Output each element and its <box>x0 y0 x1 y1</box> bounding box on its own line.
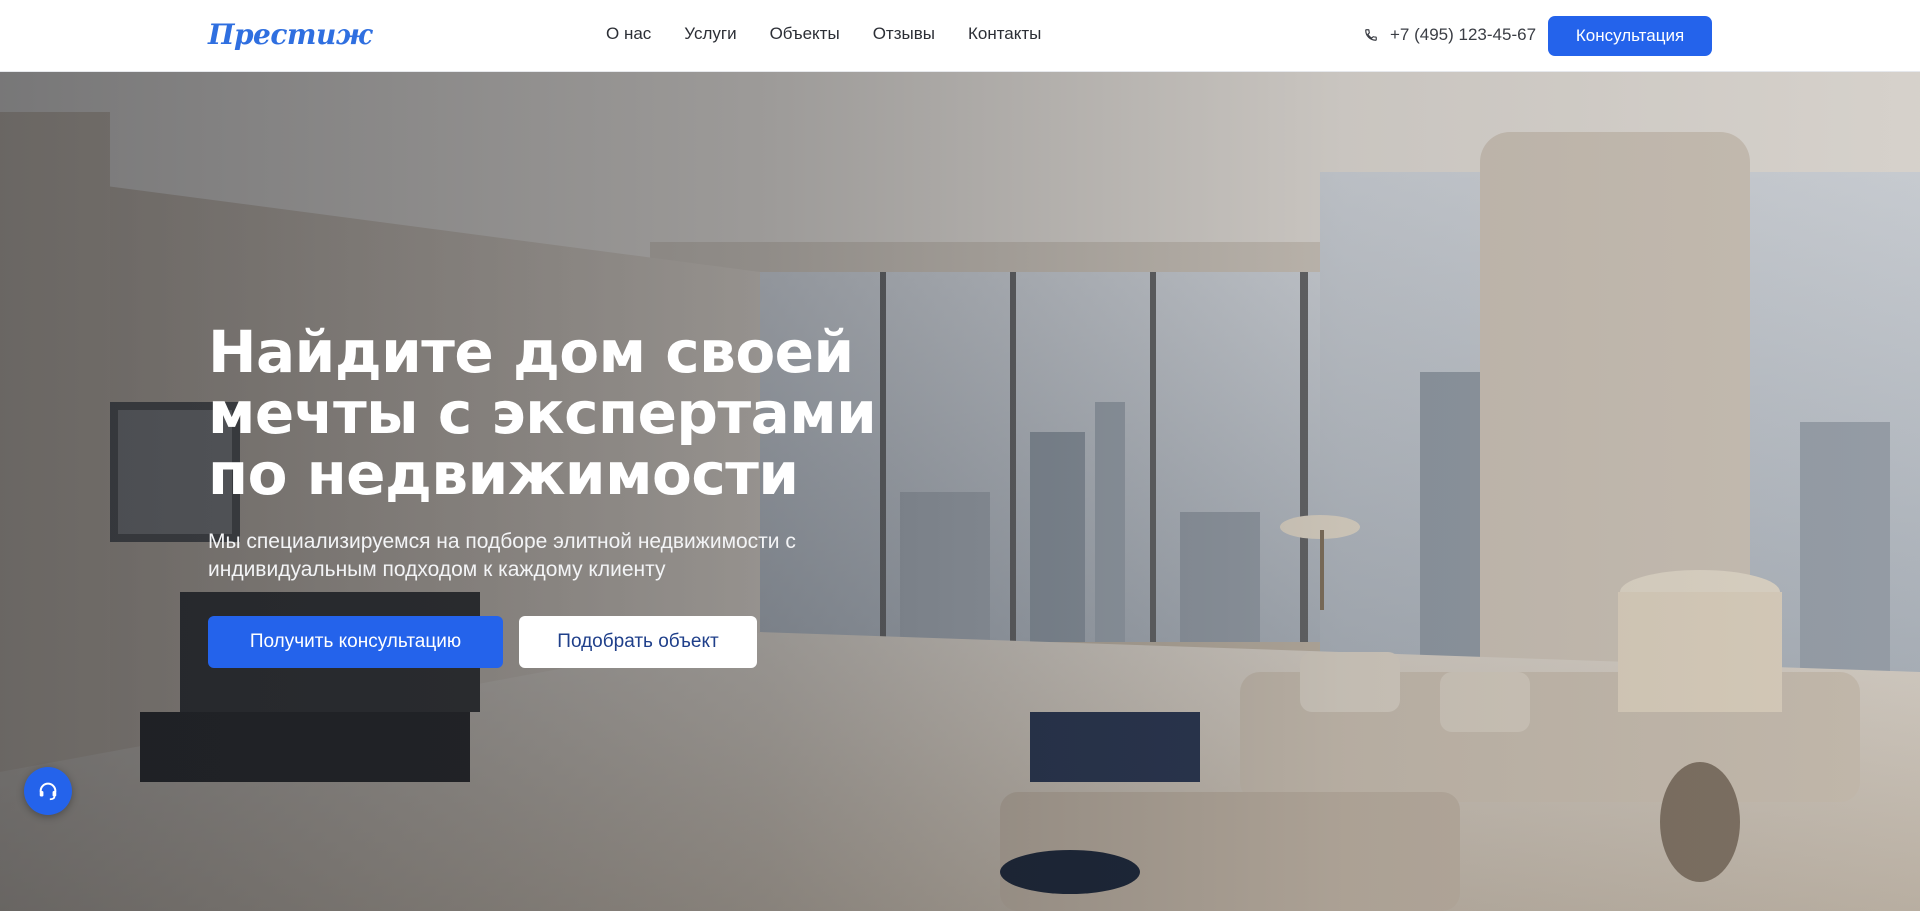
nav-item-reviews[interactable]: Отзывы <box>873 24 935 44</box>
consultation-button[interactable]: Консультация <box>1548 16 1712 56</box>
select-property-button[interactable]: Подобрать объект <box>519 616 757 668</box>
headset-icon <box>39 782 57 801</box>
nav-item-services[interactable]: Услуги <box>684 24 736 44</box>
hero-section: Найдите дом своей мечты с экспертами по … <box>0 72 1920 911</box>
phone-link[interactable]: +7 (495) 123-45-67 <box>1364 25 1536 45</box>
chat-widget-button[interactable] <box>24 767 72 815</box>
hero-title-line: Найдите дом своей <box>208 318 854 386</box>
hero-title: Найдите дом своей мечты с экспертами по … <box>208 322 928 505</box>
site-header: Престиж О нас Услуги Объекты Отзывы Конт… <box>0 0 1920 72</box>
hero-subtitle-line: индивидуальным подходом к каждому клиент… <box>208 558 666 581</box>
nav-item-objects[interactable]: Объекты <box>770 24 840 44</box>
hero-title-line: мечты с экспертами <box>208 379 877 447</box>
hero-title-line: по недвижимости <box>208 440 799 508</box>
main-nav: О нас Услуги Объекты Отзывы Контакты <box>606 24 1074 44</box>
phone-icon <box>1365 29 1377 41</box>
hero-subtitle-line: Мы специализируемся на подборе элитной н… <box>208 530 796 553</box>
nav-item-about[interactable]: О нас <box>606 24 651 44</box>
nav-item-contacts[interactable]: Контакты <box>968 24 1041 44</box>
hero-subtitle: Мы специализируемся на подборе элитной н… <box>208 528 908 584</box>
logo[interactable]: Престиж <box>208 18 372 51</box>
get-consultation-button[interactable]: Получить консультацию <box>208 616 503 668</box>
phone-number: +7 (495) 123-45-67 <box>1390 25 1537 44</box>
